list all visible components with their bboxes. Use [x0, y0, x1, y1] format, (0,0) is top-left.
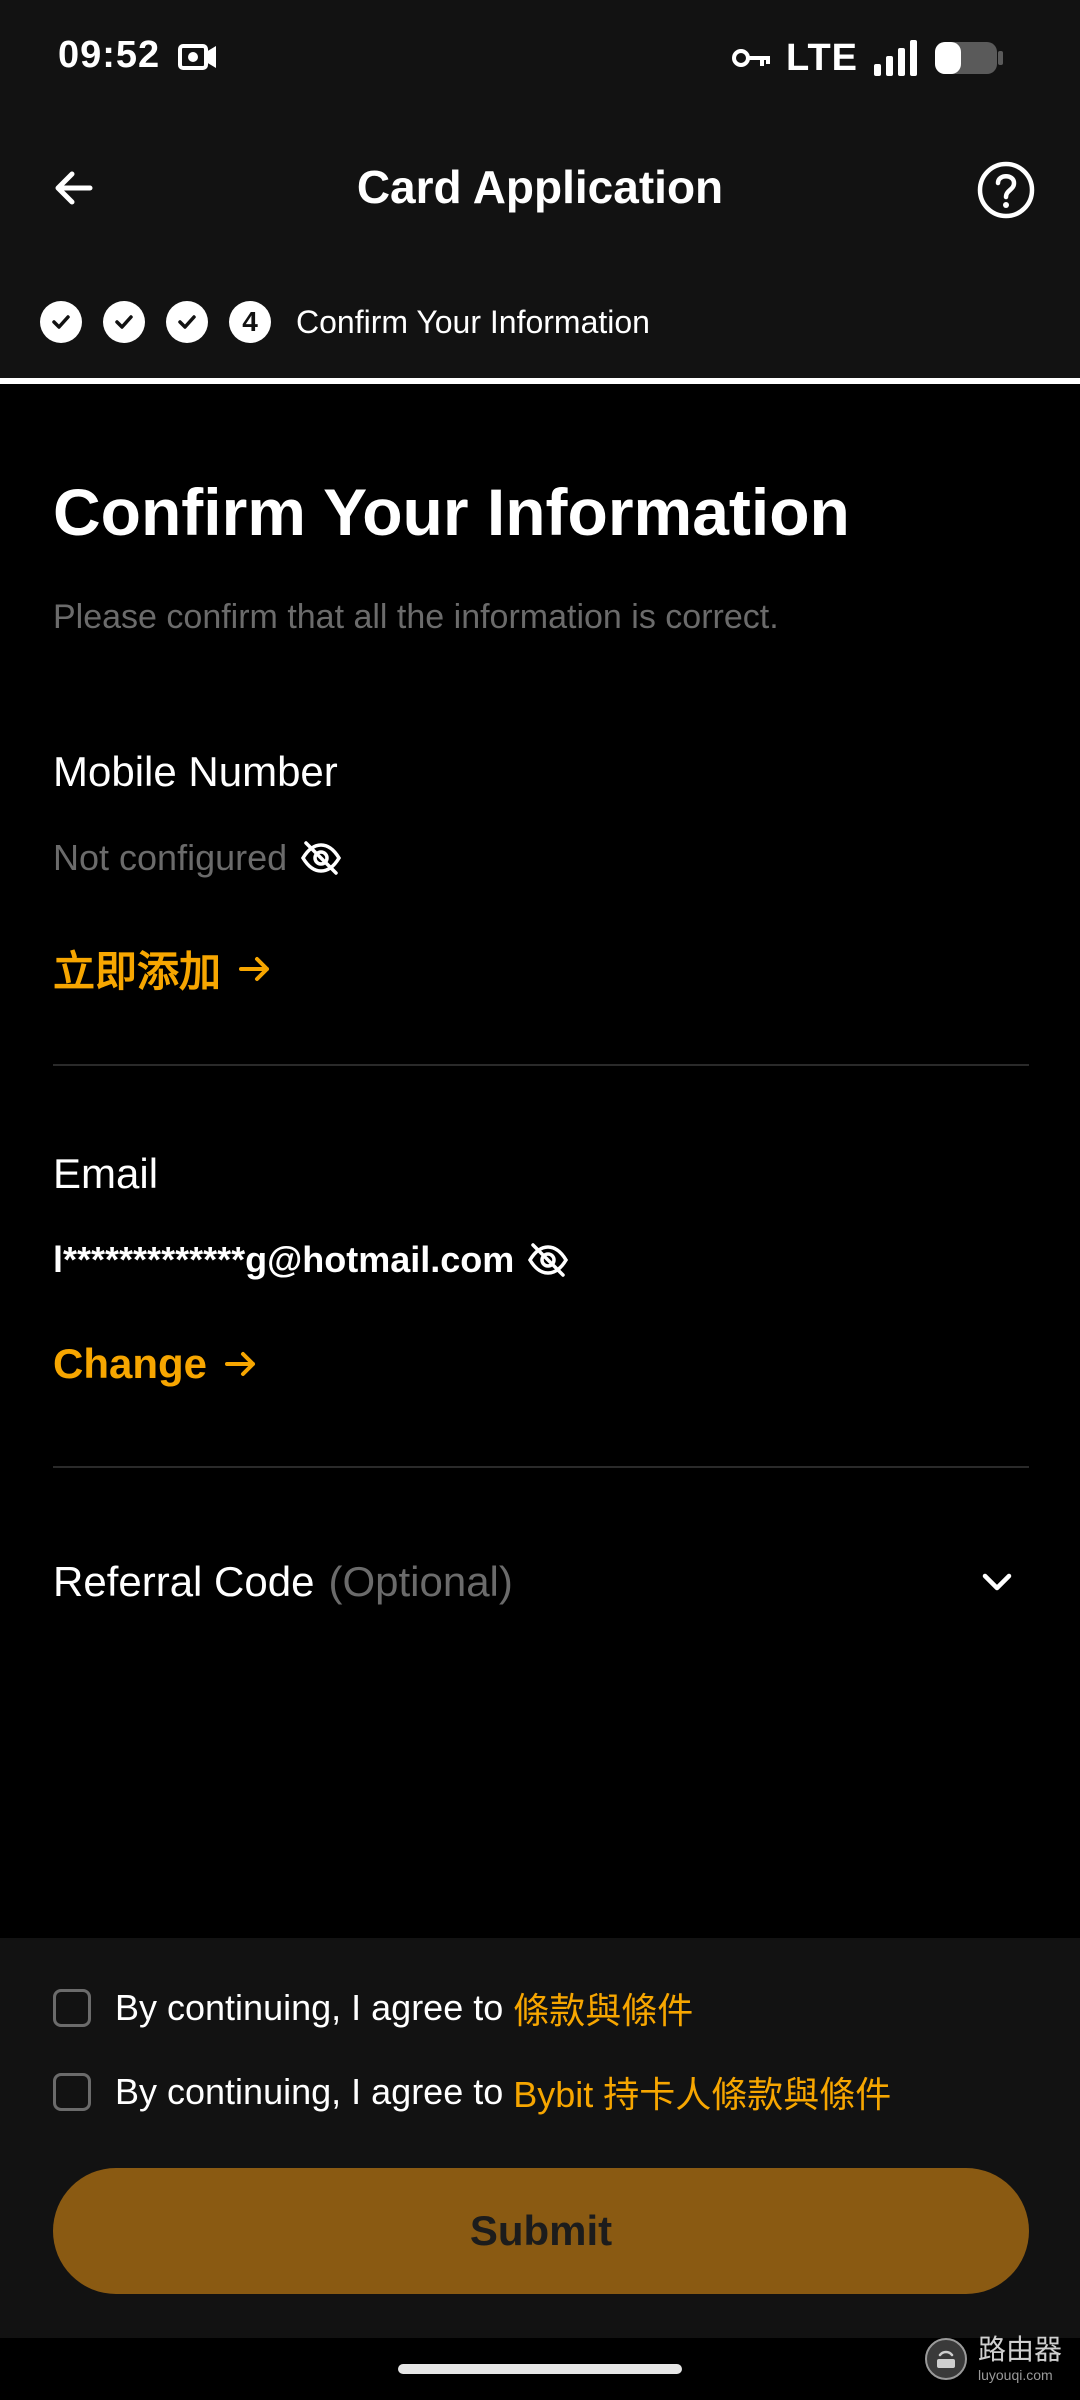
- signal-icon: [874, 40, 917, 76]
- add-mobile-link[interactable]: 立即添加: [53, 938, 1029, 999]
- change-email-link-label: Change: [53, 1340, 208, 1387]
- referral-code-label: Referral Code (Optional): [53, 1558, 513, 1606]
- submit-button[interactable]: Submit: [53, 2168, 1029, 2294]
- check-icon: [52, 315, 70, 329]
- email-section: Email l*************g@hotmail.com Change: [53, 1150, 1029, 1388]
- terms-agreement-text: By continuing, I agree to: [115, 1987, 504, 2028]
- router-logo-icon: [924, 2338, 967, 2380]
- watermark-name: 路由器: [977, 2334, 1062, 2365]
- page-title: Confirm Your Information: [53, 475, 850, 549]
- watermark-text: 路由器 luyouqi.com: [977, 2334, 1062, 2383]
- card-application-screen: 09:52 LTE Card Application 4 Confirm You…: [0, 0, 1080, 2400]
- cardholder-terms-row: By continuing, I agree to Bybit 持卡人條款與條件: [53, 2066, 891, 2118]
- page-title-header: Card Application: [356, 161, 724, 213]
- terms-link[interactable]: 條款與條件: [513, 1982, 693, 2034]
- mobile-number-value-row: Not configured: [53, 836, 1029, 880]
- email-label: Email: [53, 1150, 159, 1197]
- email-value: l*************g@hotmail.com: [53, 1239, 515, 1280]
- step-completed-1: [40, 301, 82, 343]
- step-indicator: 4 Confirm Your Information: [40, 297, 650, 347]
- mobile-number-label: Mobile Number: [53, 748, 338, 795]
- status-time: 09:52: [58, 34, 161, 76]
- status-bar: 09:52 LTE: [0, 0, 1080, 115]
- step-current: 4: [229, 301, 271, 343]
- section-divider: [53, 1064, 1029, 1066]
- cardholder-terms-checkbox[interactable]: [53, 2073, 91, 2111]
- status-icons: LTE: [732, 36, 1004, 79]
- bottom-panel: By continuing, I agree to 條款與條件 By conti…: [0, 1938, 1080, 2338]
- terms-checkbox[interactable]: [53, 1989, 91, 2027]
- step-current-label: Confirm Your Information: [296, 303, 650, 340]
- progress-bar: [0, 378, 1080, 384]
- battery-icon: [935, 42, 1003, 74]
- step-completed-2: [103, 301, 145, 343]
- referral-code-toggle[interactable]: Referral Code (Optional): [53, 1552, 1029, 1612]
- terms-agreement-row: By continuing, I agree to 條款與條件: [53, 1982, 693, 2034]
- eye-off-icon[interactable]: [299, 836, 343, 880]
- arrow-right-icon: [225, 1352, 256, 1376]
- change-email-link[interactable]: Change: [53, 1340, 1029, 1388]
- check-icon: [178, 315, 196, 329]
- mobile-number-value: Not configured: [53, 837, 288, 878]
- check-icon: [115, 315, 133, 329]
- watermark-url: luyouqi.com: [977, 2367, 1053, 2383]
- photo-notification-icon: [178, 44, 216, 70]
- email-value-row: l*************g@hotmail.com: [53, 1238, 1029, 1282]
- step-completed-3: [166, 301, 208, 343]
- top-bar: 09:52 LTE Card Application 4 Confirm You…: [0, 0, 1080, 384]
- cardholder-terms-link[interactable]: Bybit 持卡人條款與條件: [513, 2066, 891, 2118]
- mobile-number-section: Mobile Number Not configured 立即添加: [53, 748, 1029, 999]
- arrow-right-icon: [239, 956, 270, 981]
- referral-code-title: Referral Code: [53, 1558, 315, 1605]
- page-subtitle: Please confirm that all the information …: [53, 598, 779, 636]
- watermark: 路由器 luyouqi.com: [924, 2336, 1062, 2382]
- cardholder-terms-text: By continuing, I agree to: [115, 2071, 504, 2112]
- add-mobile-link-label: 立即添加: [53, 948, 222, 995]
- help-circle-icon[interactable]: [976, 160, 1036, 220]
- vpn-key-icon: [732, 49, 771, 67]
- home-indicator[interactable]: [398, 2364, 682, 2374]
- section-divider: [53, 1466, 1029, 1468]
- eye-off-icon[interactable]: [526, 1238, 570, 1282]
- app-header: Card Application: [0, 130, 1080, 250]
- referral-optional-label: (Optional): [328, 1558, 513, 1605]
- network-type: LTE: [786, 36, 858, 79]
- chevron-down-icon: [982, 1573, 1012, 1591]
